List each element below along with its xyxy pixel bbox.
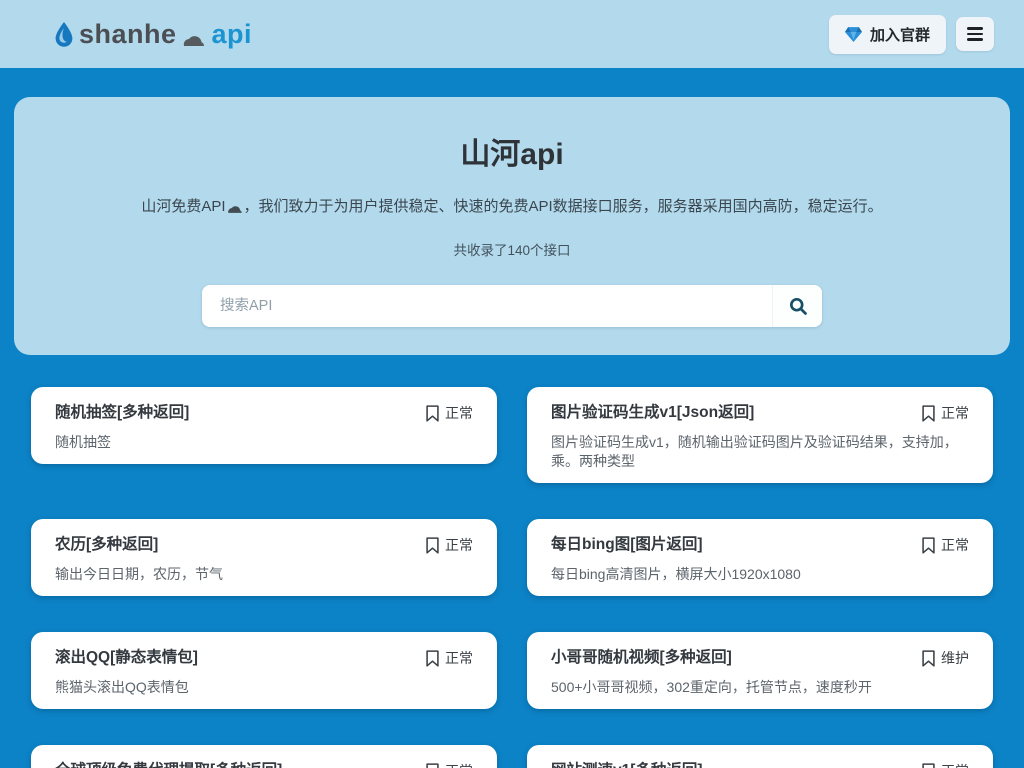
search-icon — [788, 296, 808, 316]
hamburger-menu-button[interactable] — [956, 17, 994, 51]
hero-subtitle-prefix: 山河免费API — [141, 196, 225, 217]
join-group-label: 加入官群 — [870, 24, 930, 45]
logo-text-api: api — [212, 19, 253, 50]
bookmark-icon — [425, 763, 440, 768]
card-header: 每日bing图[图片返回] 正常 — [551, 534, 969, 556]
status-badge: 正常 — [425, 760, 473, 768]
hero-subtitle: 山河免费API ，我们致力于为用户提供稳定、快速的免费API数据接口服务，服务器… — [141, 193, 882, 219]
site-logo[interactable]: shanhe api — [54, 19, 252, 50]
bookmark-icon — [921, 650, 936, 667]
bookmark-icon — [921, 537, 936, 554]
api-description: 输出今日日期，农历，节气 — [55, 565, 473, 584]
api-card[interactable]: 全球顶级免费代理提取[多种返回] 正常 — [31, 745, 497, 768]
bookmark-icon — [425, 537, 440, 554]
status-label: 正常 — [941, 402, 969, 424]
logo-text-shanhe: shanhe — [79, 19, 177, 50]
card-header: 小哥哥随机视频[多种返回] 维护 — [551, 647, 969, 669]
card-header: 图片验证码生成v1[Json返回] 正常 — [551, 402, 969, 424]
api-title: 每日bing图[图片返回] — [551, 534, 703, 556]
status-label: 正常 — [941, 534, 969, 556]
status-label: 正常 — [941, 760, 969, 768]
search-button[interactable] — [772, 285, 822, 327]
api-card[interactable]: 随机抽签[多种返回] 正常 随机抽签 — [31, 387, 497, 464]
card-header: 网站测速v1[多种返回] 正常 — [551, 760, 969, 768]
api-card[interactable]: 图片验证码生成v1[Json返回] 正常 图片验证码生成v1，随机输出验证码图片… — [527, 387, 993, 483]
status-badge: 维护 — [921, 647, 969, 669]
api-title: 全球顶级免费代理提取[多种返回] — [55, 760, 282, 768]
search-input[interactable] — [202, 285, 772, 327]
header-actions: 加入官群 — [829, 15, 994, 54]
status-badge: 正常 — [425, 402, 473, 424]
bookmark-icon — [425, 405, 440, 422]
api-description: 熊猫头滚出QQ表情包 — [55, 678, 473, 697]
bookmark-icon — [921, 763, 936, 768]
status-label: 正常 — [445, 760, 473, 768]
card-header: 随机抽签[多种返回] 正常 — [55, 402, 473, 424]
api-card[interactable]: 每日bing图[图片返回] 正常 每日bing高清图片，横屏大小1920x108… — [527, 519, 993, 596]
cloud-icon — [227, 198, 243, 219]
status-label: 正常 — [445, 534, 473, 556]
api-description: 随机抽签 — [55, 433, 473, 452]
water-drop-icon — [54, 21, 74, 48]
search-bar — [202, 285, 822, 327]
api-card[interactable]: 农历[多种返回] 正常 输出今日日期，农历，节气 — [31, 519, 497, 596]
gem-icon — [845, 27, 862, 42]
cloud-icon — [182, 33, 206, 46]
api-title: 图片验证码生成v1[Json返回] — [551, 402, 754, 424]
hero-subtitle-suffix: ，我们致力于为用户提供稳定、快速的免费API数据接口服务，服务器采用国内高防，稳… — [244, 196, 883, 217]
hamburger-icon — [967, 27, 983, 30]
status-badge: 正常 — [425, 647, 473, 669]
card-header: 滚出QQ[静态表情包] 正常 — [55, 647, 473, 669]
status-badge: 正常 — [425, 534, 473, 556]
status-label: 维护 — [941, 647, 969, 669]
api-description: 每日bing高清图片，横屏大小1920x1080 — [551, 565, 969, 584]
api-count-text: 共收录了140个接口 — [453, 239, 570, 259]
card-header: 全球顶级免费代理提取[多种返回] 正常 — [55, 760, 473, 768]
bookmark-icon — [921, 405, 936, 422]
api-description: 500+小哥哥视频，302重定向，托管节点，速度秒开 — [551, 678, 969, 697]
api-description: 图片验证码生成v1，随机输出验证码图片及验证码结果，支持加，乘。两种类型 — [551, 433, 969, 471]
status-label: 正常 — [445, 402, 473, 424]
api-card[interactable]: 小哥哥随机视频[多种返回] 维护 500+小哥哥视频，302重定向，托管节点，速… — [527, 632, 993, 709]
status-badge: 正常 — [921, 534, 969, 556]
bookmark-icon — [425, 650, 440, 667]
join-group-button[interactable]: 加入官群 — [829, 15, 946, 54]
card-header: 农历[多种返回] 正常 — [55, 534, 473, 556]
api-title: 小哥哥随机视频[多种返回] — [551, 647, 732, 669]
status-label: 正常 — [445, 647, 473, 669]
api-title: 随机抽签[多种返回] — [55, 402, 189, 424]
page-title: 山河api — [460, 133, 563, 177]
hero-panel: 山河api 山河免费API ，我们致力于为用户提供稳定、快速的免费API数据接口… — [14, 97, 1010, 355]
api-card[interactable]: 网站测速v1[多种返回] 正常 — [527, 745, 993, 768]
api-title: 网站测速v1[多种返回] — [551, 760, 703, 768]
api-title: 农历[多种返回] — [55, 534, 158, 556]
status-badge: 正常 — [921, 760, 969, 768]
top-header: shanhe api 加入官群 — [0, 0, 1024, 68]
status-badge: 正常 — [921, 402, 969, 424]
api-title: 滚出QQ[静态表情包] — [55, 647, 198, 669]
api-card[interactable]: 滚出QQ[静态表情包] 正常 熊猫头滚出QQ表情包 — [31, 632, 497, 709]
api-card-grid: 随机抽签[多种返回] 正常 随机抽签 图片验证码生成v1[Json返回] — [31, 387, 993, 768]
